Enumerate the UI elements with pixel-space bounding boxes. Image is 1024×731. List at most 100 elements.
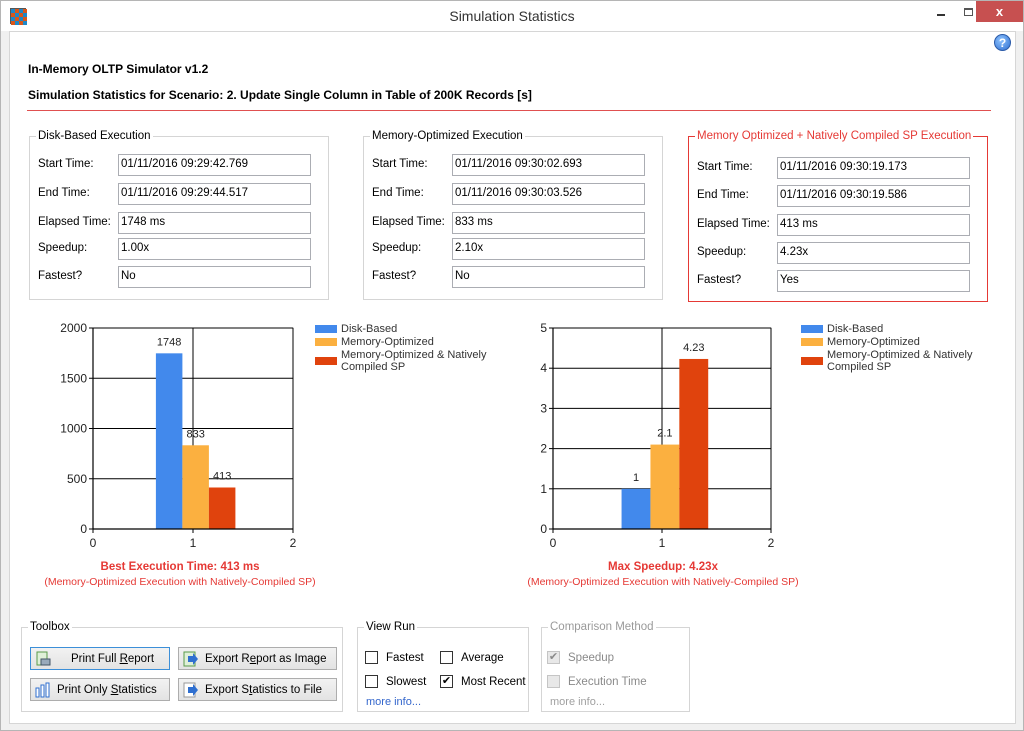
legend-label: Memory-Optimized [341,336,434,348]
legend-label: Memory-Optimized & Natively Compiled SP [341,349,487,373]
elapsed-time-label: Elapsed Time: [38,216,111,228]
execution-time-legend: Disk-Based Memory-Optimized Memory-Optim… [315,323,495,374]
end-time-label: End Time: [372,187,424,199]
speedup-field[interactable]: 4.23x [777,242,970,264]
fastest-field[interactable]: Yes [777,270,970,292]
execution-time-checkbox[interactable]: Execution Time [547,675,647,688]
execution-time-chart-svg: 0 500 1000 1500 2000 0 1 2 1748 833 413 [60,321,296,550]
y-tick-label: 0 [540,522,547,536]
y-tick-label: 2 [540,442,547,456]
y-tick-label: 2000 [60,321,87,335]
close-button[interactable]: x [976,1,1023,22]
data-label: 1 [633,472,639,484]
check-icon: ✔ [547,651,560,664]
data-label: 833 [186,428,204,440]
elapsed-time-label: Elapsed Time: [697,218,770,230]
speedup-field[interactable]: 1.00x [118,238,311,260]
y-tick-label: 1 [540,482,547,496]
group-title: Memory-Optimized Execution [372,130,523,142]
comparison-method-title: Comparison Method [550,621,654,633]
start-time-field[interactable]: 01/11/2016 09:30:02.693 [452,154,645,176]
help-icon[interactable]: ? [994,34,1011,51]
disk-based-group: Disk-Based Execution Start Time: 01/11/20… [29,130,329,300]
average-checkbox[interactable]: Average [440,651,504,664]
y-tick-label: 0 [80,522,87,536]
minimize-icon [937,14,945,16]
legend-item-native: Memory-Optimized & Natively Compiled SP [801,349,981,373]
start-time-label: Start Time: [38,158,94,170]
start-time-field[interactable]: 01/11/2016 09:29:42.769 [118,154,311,176]
checkbox-label: Speedup [568,651,615,664]
header-divider [27,110,991,111]
y-tick-label: 1500 [60,371,87,385]
x-tick-label: 1 [659,536,666,550]
print-only-statistics-button[interactable]: Print Only Statistics [30,678,170,701]
checkbox-label: Execution Time [568,675,647,688]
legend-item-memory: Memory-Optimized [801,336,981,348]
native-compiled-group: Memory Optimized + Natively Compiled SP … [688,130,988,302]
simulation-statistics-window: Simulation Statistics x ? In-Memory OLTP… [0,0,1024,731]
most-recent-checkbox[interactable]: ✔ Most Recent [440,675,526,688]
check-icon: ✔ [440,675,453,688]
start-time-field[interactable]: 01/11/2016 09:30:19.173 [777,157,970,179]
max-speedup-subcaption: (Memory-Optimized Execution with Nativel… [527,576,799,588]
legend-item-native: Memory-Optimized & Natively Compiled SP [315,349,495,373]
elapsed-time-field[interactable]: 1748 ms [118,212,311,234]
bar-disk-based [621,488,651,529]
comparison-more-info-link[interactable]: more info... [550,696,605,708]
legend-item-disk: Disk-Based [801,323,981,335]
export-report-image-button[interactable]: Export Report as Image [178,647,337,670]
legend-swatch [315,325,337,333]
legend-swatch [801,325,823,333]
elapsed-time-field[interactable]: 833 ms [452,212,645,234]
memory-optimized-group: Memory-Optimized Execution Start Time: 01… [363,130,663,300]
view-run-more-info-link[interactable]: more info... [366,696,421,708]
bar-native-compiled [208,487,236,529]
end-time-label: End Time: [697,189,749,201]
legend-label: Memory-Optimized [827,336,920,348]
toolbox-title: Toolbox [30,621,70,633]
bar-disk-based [155,353,183,529]
export-statistics-file-label: Export Statistics to File [205,683,322,696]
export-file-icon [183,682,199,698]
slowest-checkbox[interactable]: Slowest [365,675,426,688]
data-label: 2.1 [657,428,672,440]
start-time-label: Start Time: [697,161,753,173]
x-tick-label: 0 [90,536,97,550]
close-icon: x [995,4,1004,19]
elapsed-time-field[interactable]: 413 ms [777,214,970,236]
best-execution-subcaption: (Memory-Optimized Execution with Nativel… [44,576,316,588]
speedup-checkbox[interactable]: ✔ Speedup [547,651,614,664]
legend-label: Disk-Based [827,323,884,335]
y-tick-label: 4 [540,361,547,375]
elapsed-time-label: Elapsed Time: [372,216,445,228]
start-time-label: Start Time: [372,158,428,170]
export-statistics-file-button[interactable]: Export Statistics to File [178,678,337,701]
checkbox-label: Slowest [386,675,427,688]
y-tick-label: 5 [540,321,547,335]
end-time-field[interactable]: 01/11/2016 09:30:19.586 [777,185,970,207]
group-title: Disk-Based Execution [38,130,151,142]
title-bar: Simulation Statistics x [1,1,1023,31]
bar-memory-optimized [650,444,680,529]
minimize-button[interactable] [926,1,956,23]
fastest-label: Fastest? [38,270,83,282]
fastest-field[interactable]: No [452,266,645,288]
speedup-field[interactable]: 2.10x [452,238,645,260]
checkbox-label: Average [461,651,504,664]
end-time-field[interactable]: 01/11/2016 09:30:03.526 [452,183,645,205]
speedup-legend: Disk-Based Memory-Optimized Memory-Optim… [801,323,981,374]
checkbox-box [440,651,453,664]
execution-time-chart: 0 500 1000 1500 2000 0 1 2 1748 833 413 [40,317,300,557]
speedup-chart: 0 1 2 3 4 5 0 1 2 1 2.1 4.23 [510,317,790,557]
x-tick-label: 0 [550,536,557,550]
fastest-checkbox[interactable]: Fastest [365,651,424,664]
fastest-field[interactable]: No [118,266,311,288]
speedup-label: Speedup: [697,246,747,258]
print-full-report-button[interactable]: Print Full Report [30,647,170,670]
view-run-title: View Run [366,621,416,633]
checkbox-label: Fastest [386,651,424,664]
y-tick-label: 1000 [60,422,87,436]
legend-swatch [315,338,337,346]
end-time-field[interactable]: 01/11/2016 09:29:44.517 [118,183,311,205]
